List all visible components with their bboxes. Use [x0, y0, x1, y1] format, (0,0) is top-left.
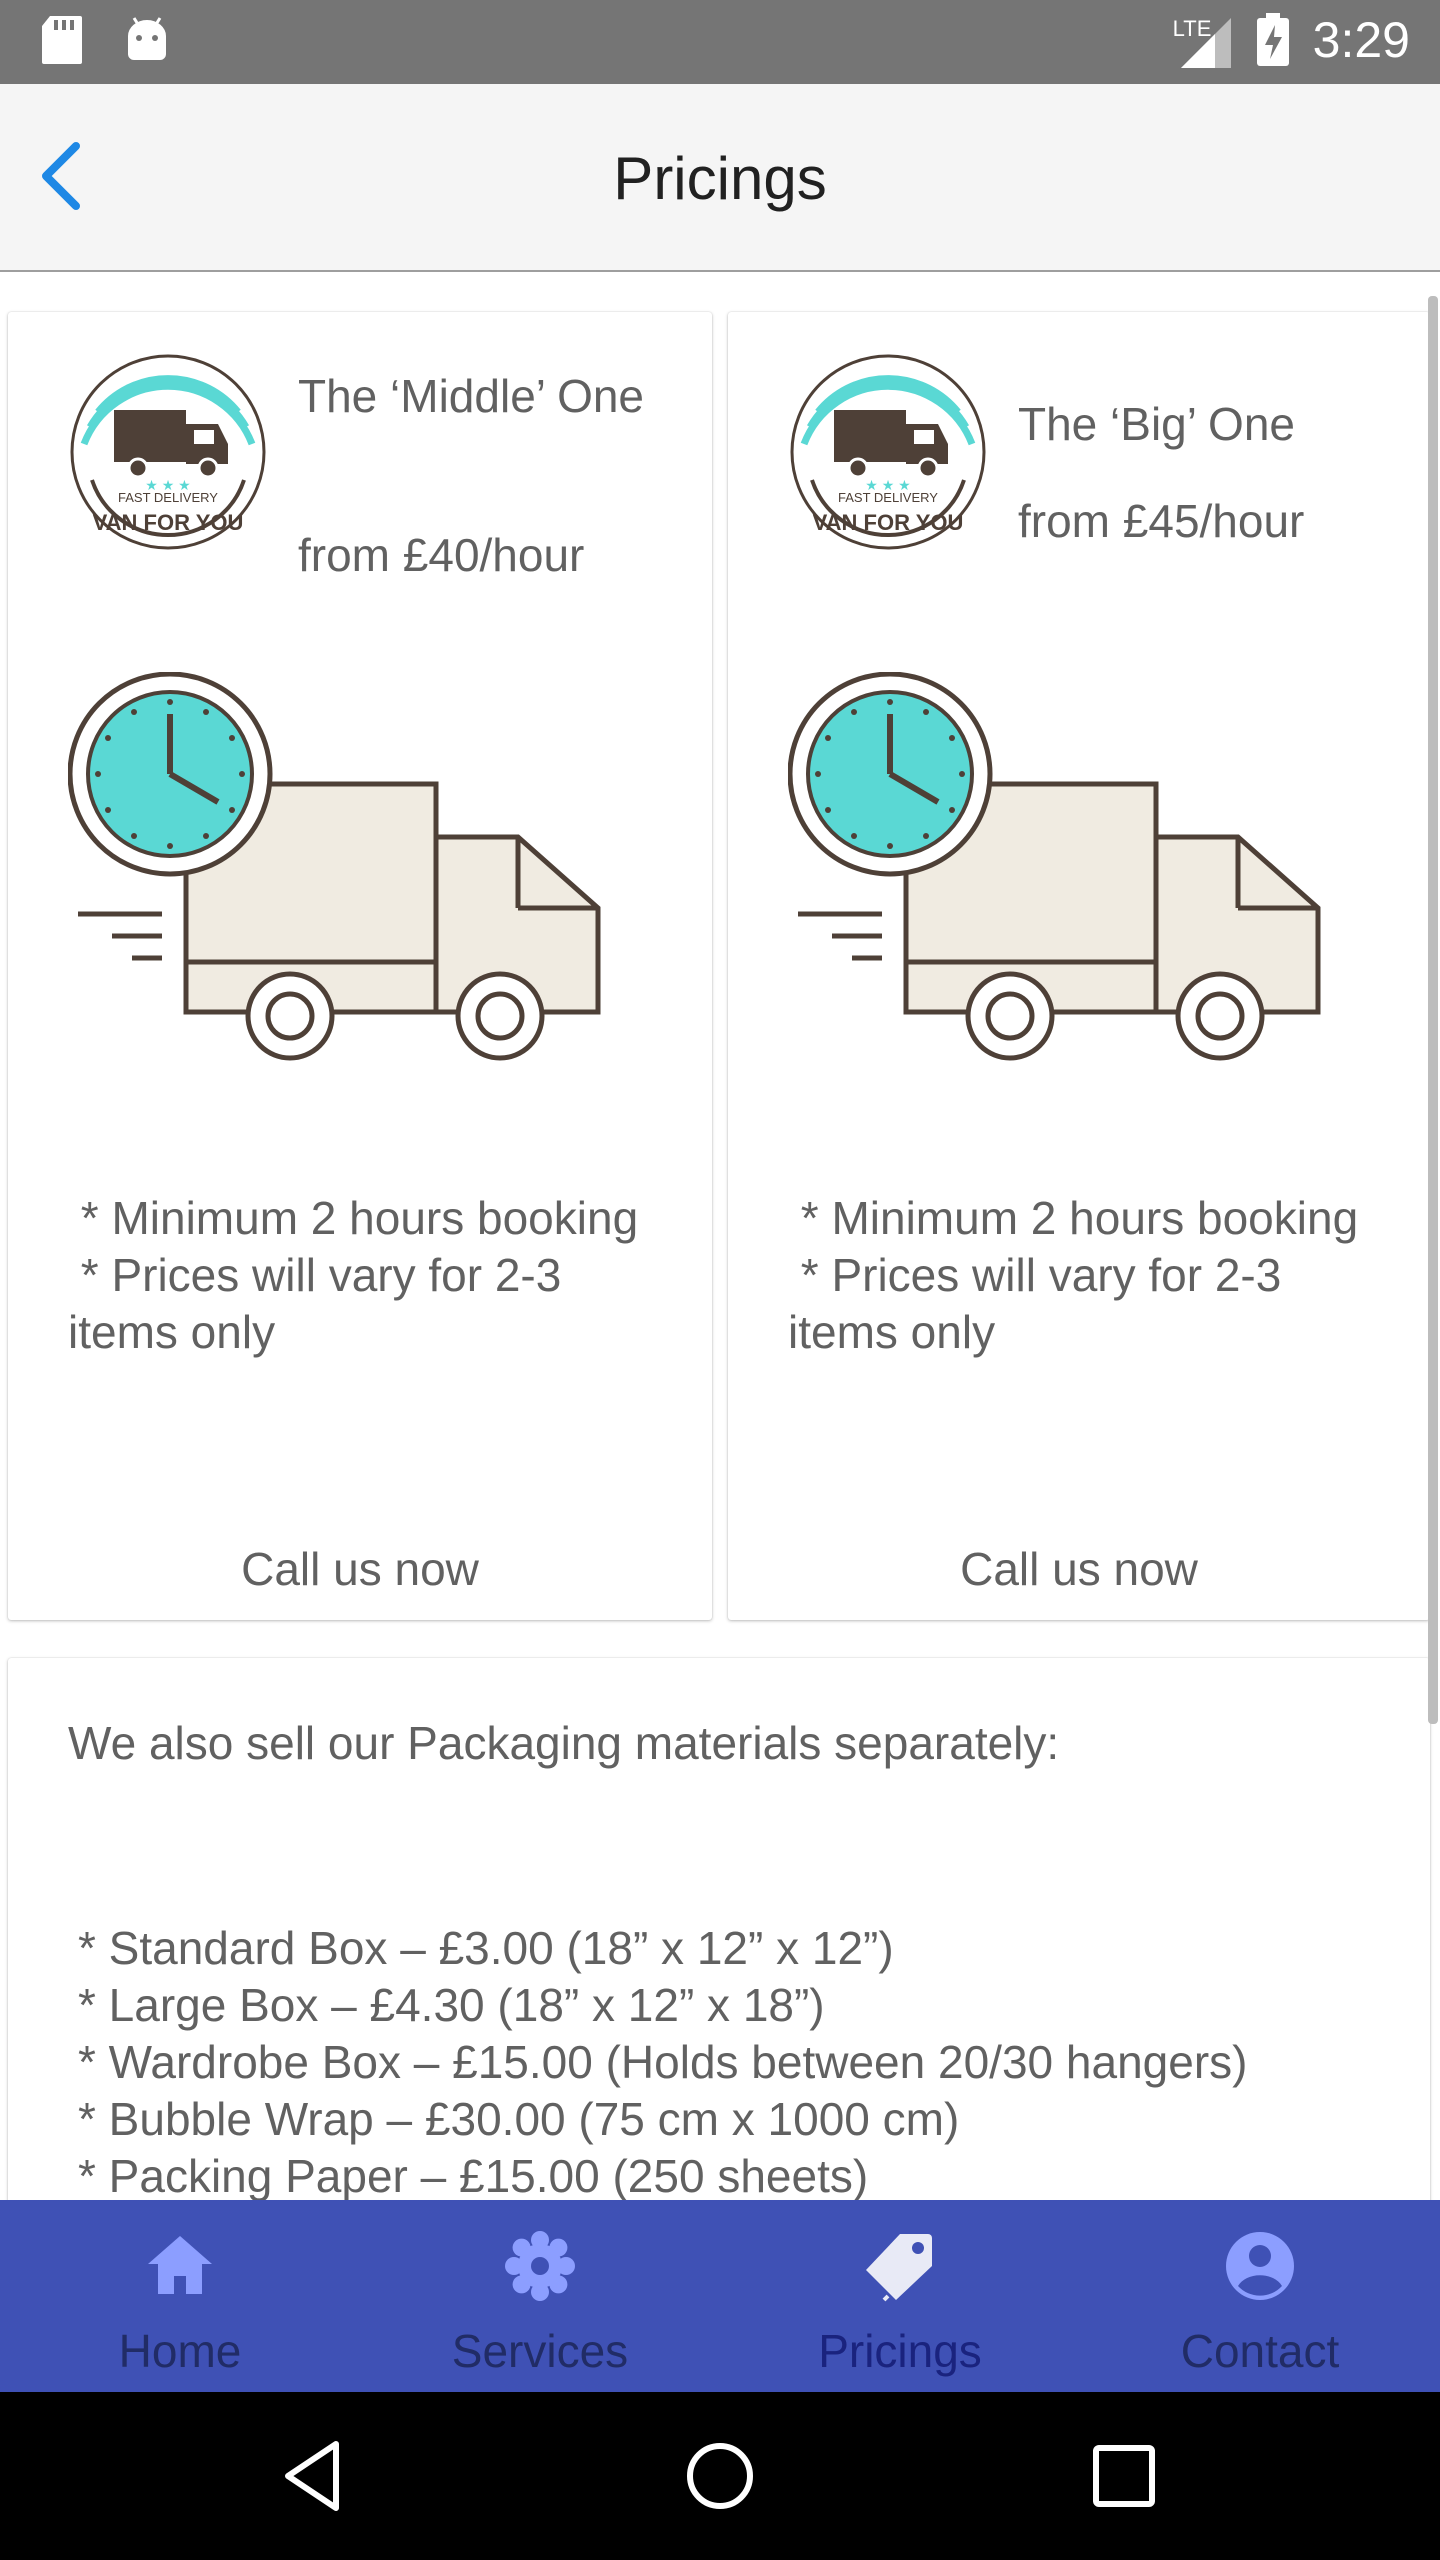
- sd-card-icon: [42, 16, 82, 64]
- note-line: * Prices will vary for 2-3 items only: [788, 1249, 1295, 1358]
- nav-item-contact[interactable]: Contact: [1080, 2200, 1440, 2392]
- home-icon: [148, 2236, 212, 2294]
- status-bar: LTE 3:29: [0, 0, 1440, 84]
- nav-item-pricings[interactable]: Pricings: [720, 2200, 1080, 2392]
- page-title: Pricings: [613, 145, 827, 212]
- card-notes: * Minimum 2 hours booking * Prices will …: [68, 1190, 668, 1361]
- back-triangle-icon[interactable]: [276, 2436, 356, 2516]
- svg-text:VAN FOR YOU: VAN FOR YOU: [813, 510, 964, 535]
- note-line: * Prices will vary for 2-3 items only: [68, 1249, 575, 1358]
- card-price: from £45/hour: [1018, 495, 1305, 547]
- account-circle-icon: [1226, 2232, 1294, 2300]
- packaging-card: We also sell our Packaging materials sep…: [8, 1658, 1430, 2200]
- delivery-truck-clock-illustration: [68, 672, 601, 1061]
- note-line: * Minimum 2 hours booking: [788, 1192, 1359, 1244]
- tag-icon: [866, 2234, 932, 2302]
- svg-text:★ ★ ★: ★ ★ ★: [145, 477, 190, 493]
- list-item: * Standard Box – £3.00 (18” x 12” x 12”): [78, 1922, 894, 1974]
- card-notes: * Minimum 2 hours booking * Prices will …: [788, 1190, 1388, 1361]
- van-for-you-logo: FAST DELIVERY VAN FOR YOU ★ ★ ★: [790, 354, 986, 550]
- list-item: * Packing Paper – £15.00 (250 sheets): [78, 2150, 869, 2200]
- svg-text:★ ★ ★: ★ ★ ★: [865, 477, 910, 493]
- pricing-card-middle: FAST DELIVERY VAN FOR YOU ★ ★ ★ The ‘Mid…: [8, 312, 712, 1620]
- call-us-now-button[interactable]: Call us now: [8, 1542, 712, 1596]
- list-item: * Bubble Wrap – £30.00 (75 cm x 1000 cm): [78, 2093, 960, 2145]
- signal-icon: LTE: [1173, 10, 1233, 70]
- status-time: 3:29: [1312, 12, 1410, 68]
- recents-square-icon[interactable]: [1084, 2436, 1164, 2516]
- call-us-now-button[interactable]: Call us now: [728, 1542, 1430, 1596]
- note-line: * Minimum 2 hours booking: [68, 1192, 639, 1244]
- packaging-heading: We also sell our Packaging materials sep…: [68, 1717, 1060, 1769]
- packaging-list: * Standard Box – £3.00 (18” x 12” x 12”)…: [78, 1920, 1247, 2200]
- android-icon: [128, 17, 166, 60]
- pricing-card-big: FAST DELIVERY VAN FOR YOU ★ ★ ★ The ‘Big…: [728, 312, 1430, 1620]
- nav-label: Contact: [1180, 2325, 1340, 2377]
- app-bar: Pricings: [0, 84, 1440, 272]
- content-scroll[interactable]: FAST DELIVERY VAN FOR YOU ★ ★ ★ The ‘Mid…: [0, 272, 1440, 2200]
- svg-text:VAN FOR YOU: VAN FOR YOU: [93, 510, 244, 535]
- scrollbar[interactable]: [1428, 296, 1438, 1724]
- list-item: * Wardrobe Box – £15.00 (Holds between 2…: [78, 2036, 1248, 2088]
- nav-item-services[interactable]: Services: [360, 2200, 720, 2392]
- nav-label: Services: [451, 2325, 629, 2377]
- nav-label: Pricings: [818, 2325, 982, 2377]
- card-title: The ‘Middle’ One: [298, 370, 645, 422]
- bottom-nav: Home Services Pricings Contact: [0, 2200, 1440, 2392]
- system-nav-bar: [0, 2392, 1440, 2560]
- list-item: * Large Box – £4.30 (18” x 12” x 18”): [78, 1979, 825, 2031]
- van-for-you-logo: FAST DELIVERY VAN FOR YOU ★ ★ ★: [70, 354, 266, 550]
- card-price: from £40/hour: [298, 529, 585, 581]
- home-circle-icon[interactable]: [680, 2436, 760, 2516]
- nav-item-home[interactable]: Home: [0, 2200, 360, 2392]
- battery-charging-icon: [1256, 13, 1289, 66]
- nav-label: Home: [118, 2325, 242, 2377]
- delivery-truck-clock-illustration: [788, 672, 1321, 1061]
- gear-icon: [505, 2231, 575, 2301]
- card-title: The ‘Big’ One: [1018, 398, 1295, 450]
